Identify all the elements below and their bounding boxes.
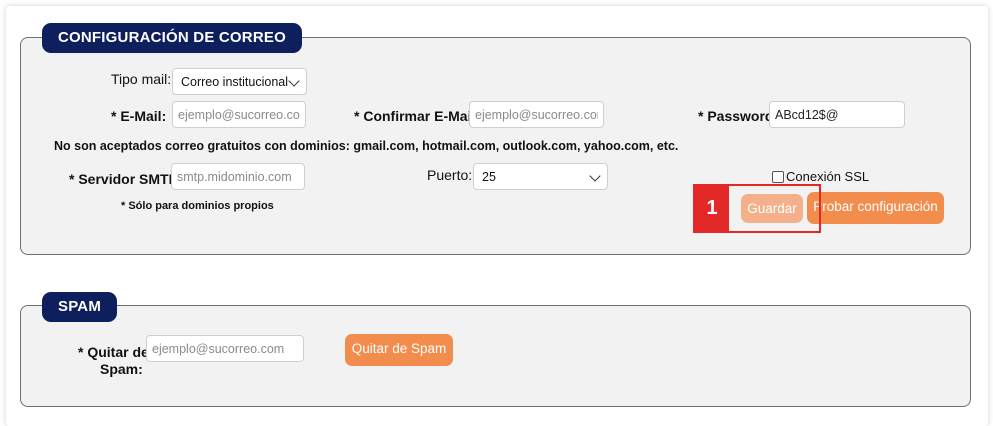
- email-input[interactable]: [172, 101, 306, 128]
- chevron-down-icon: [288, 75, 300, 87]
- remove-spam-input[interactable]: [146, 335, 304, 362]
- confirm-email-input[interactable]: [469, 101, 604, 128]
- smtp-label: * Servidor SMTP:: [69, 171, 183, 187]
- smtp-input[interactable]: [171, 163, 305, 190]
- smtp-note: * Sólo para dominios propios: [121, 200, 274, 212]
- remove-spam-label-line1: * Quitar de: [78, 344, 149, 360]
- remove-spam-label-line2: Spam:: [100, 361, 143, 377]
- confirm-email-label: * Confirmar E-Mail:: [354, 108, 481, 124]
- remove-spam-button[interactable]: Quitar de Spam: [345, 334, 453, 366]
- puerto-label: Puerto:: [427, 167, 473, 183]
- tipo-mail-label: Tipo mail:: [111, 71, 172, 87]
- email-label: * E-Mail:: [111, 108, 167, 124]
- tipo-mail-select[interactable]: Correo institucional: [172, 68, 307, 95]
- password-input[interactable]: [769, 101, 905, 128]
- mail-config-legend: CONFIGURACIÓN DE CORREO: [42, 23, 302, 53]
- password-label: * Password:: [698, 108, 779, 124]
- step-badge: 1: [695, 186, 729, 231]
- free-mail-notice: No son aceptados correo gratuitos con do…: [54, 139, 679, 153]
- test-config-button[interactable]: Probar configuración: [807, 192, 944, 224]
- ssl-label: Conexión SSL: [786, 169, 870, 184]
- tipo-mail-value: Correo institucional: [181, 74, 288, 89]
- chevron-down-icon: [589, 170, 601, 182]
- puerto-select[interactable]: 25: [473, 163, 608, 190]
- puerto-value: 25: [482, 169, 496, 184]
- ssl-checkbox[interactable]: [772, 171, 784, 183]
- spam-legend: SPAM: [42, 292, 118, 322]
